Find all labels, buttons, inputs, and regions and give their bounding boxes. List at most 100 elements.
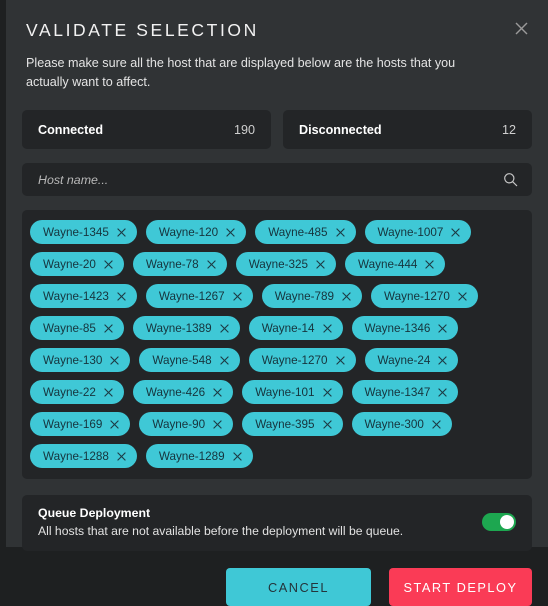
- cancel-button[interactable]: CANCEL: [226, 568, 371, 606]
- remove-host-icon[interactable]: [219, 323, 229, 333]
- host-chip[interactable]: Wayne-1346: [351, 316, 459, 340]
- host-chip-label: Wayne-1423: [43, 289, 109, 303]
- dialog-subtitle: Please make sure all the host that are d…: [26, 56, 456, 89]
- host-chip[interactable]: Wayne-1267: [145, 284, 253, 308]
- host-chip-label: Wayne-1270: [384, 289, 450, 303]
- host-chip[interactable]: Wayne-22: [30, 380, 124, 404]
- host-chip[interactable]: Wayne-1289: [145, 444, 253, 468]
- host-chip[interactable]: Wayne-1345: [30, 220, 137, 244]
- remove-host-icon[interactable]: [335, 355, 345, 365]
- remove-host-icon[interactable]: [110, 355, 120, 365]
- host-chip[interactable]: Wayne-444: [345, 252, 446, 276]
- host-chip[interactable]: Wayne-485: [255, 220, 356, 244]
- host-chip[interactable]: Wayne-90: [139, 412, 234, 436]
- host-chip-label: Wayne-24: [377, 353, 431, 367]
- host-chip-label: Wayne-395: [255, 417, 315, 431]
- toggle-knob: [500, 515, 514, 529]
- tab-connected[interactable]: Connected 190: [22, 110, 271, 149]
- search-input[interactable]: [36, 171, 503, 188]
- host-chip-label: Wayne-78: [145, 257, 199, 271]
- host-chip[interactable]: Wayne-426: [132, 380, 234, 404]
- remove-host-icon[interactable]: [104, 259, 113, 269]
- host-chip[interactable]: Wayne-1347: [351, 380, 459, 404]
- tab-disconnected[interactable]: Disconnected 12: [283, 110, 532, 149]
- host-chip[interactable]: Wayne-120: [145, 220, 247, 244]
- tab-connected-count: 190: [233, 122, 255, 137]
- remove-host-icon[interactable]: [110, 419, 120, 429]
- remove-host-icon[interactable]: [213, 419, 222, 429]
- host-chip[interactable]: Wayne-325: [235, 252, 337, 276]
- remove-host-icon[interactable]: [117, 227, 126, 237]
- host-chip[interactable]: Wayne-1423: [30, 284, 137, 308]
- host-chip-label: Wayne-22: [43, 385, 96, 399]
- host-chip[interactable]: Wayne-78: [132, 252, 227, 276]
- remove-host-icon[interactable]: [213, 387, 222, 397]
- host-chip-label: Wayne-444: [358, 257, 418, 271]
- host-chip[interactable]: Wayne-1288: [30, 444, 137, 468]
- queue-deployment-section: Queue Deployment All hosts that are not …: [22, 495, 532, 551]
- remove-host-icon[interactable]: [458, 291, 467, 301]
- host-chip[interactable]: Wayne-24: [364, 348, 459, 372]
- host-chip[interactable]: Wayne-85: [30, 316, 124, 340]
- host-chip-label: Wayne-101: [255, 385, 315, 399]
- remove-host-icon[interactable]: [206, 259, 216, 269]
- host-chip[interactable]: Wayne-169: [30, 412, 131, 436]
- search-bar[interactable]: [22, 163, 532, 196]
- host-chip-label: Wayne-1007: [377, 225, 444, 239]
- remove-host-icon[interactable]: [316, 259, 325, 269]
- host-chip-label: Wayne-85: [43, 321, 96, 335]
- host-chip-label: Wayne-789: [274, 289, 335, 303]
- queue-deployment-toggle[interactable]: [482, 513, 516, 531]
- host-chip[interactable]: Wayne-14: [248, 316, 343, 340]
- host-chip[interactable]: Wayne-548: [139, 348, 240, 372]
- remove-host-icon[interactable]: [432, 419, 441, 429]
- remove-host-icon[interactable]: [342, 291, 351, 301]
- host-chip[interactable]: Wayne-1270: [248, 348, 356, 372]
- host-chip[interactable]: Wayne-789: [261, 284, 363, 308]
- remove-host-icon[interactable]: [232, 291, 242, 301]
- remove-host-icon[interactable]: [451, 227, 461, 237]
- start-deploy-button[interactable]: START DEPLOY: [389, 568, 532, 606]
- host-chip[interactable]: Wayne-395: [242, 412, 343, 436]
- host-chip[interactable]: Wayne-300: [351, 412, 452, 436]
- tab-disconnected-count: 12: [501, 122, 516, 137]
- remove-host-icon[interactable]: [438, 355, 448, 365]
- host-chip-label: Wayne-169: [43, 417, 103, 431]
- host-chip-label: Wayne-426: [145, 385, 206, 399]
- remove-host-icon[interactable]: [335, 227, 345, 237]
- remove-host-icon[interactable]: [104, 323, 113, 333]
- tab-disconnected-label: Disconnected: [299, 122, 382, 137]
- remove-host-icon[interactable]: [322, 419, 332, 429]
- host-chip-label: Wayne-1288: [43, 449, 109, 463]
- remove-host-icon[interactable]: [322, 387, 332, 397]
- remove-host-icon[interactable]: [438, 387, 448, 397]
- host-chip[interactable]: Wayne-1270: [371, 284, 478, 308]
- queue-deployment-text: Queue Deployment All hosts that are not …: [38, 506, 403, 538]
- remove-host-icon[interactable]: [226, 227, 235, 237]
- host-chip-label: Wayne-548: [152, 353, 212, 367]
- close-icon[interactable]: [510, 17, 532, 39]
- remove-host-icon[interactable]: [219, 355, 229, 365]
- host-chip[interactable]: Wayne-101: [242, 380, 343, 404]
- host-chip[interactable]: Wayne-20: [30, 252, 124, 276]
- remove-host-icon[interactable]: [438, 323, 448, 333]
- remove-host-icon[interactable]: [425, 259, 435, 269]
- remove-host-icon[interactable]: [117, 451, 126, 461]
- search-icon[interactable]: [503, 172, 518, 187]
- remove-host-icon[interactable]: [322, 323, 332, 333]
- host-chip[interactable]: Wayne-1389: [132, 316, 240, 340]
- host-chip-label: Wayne-90: [152, 417, 206, 431]
- status-tabs: Connected 190 Disconnected 12: [6, 92, 548, 149]
- tab-connected-label: Connected: [38, 122, 104, 137]
- remove-host-icon[interactable]: [117, 291, 126, 301]
- remove-host-icon[interactable]: [232, 451, 242, 461]
- host-chip-label: Wayne-120: [158, 225, 219, 239]
- host-chip[interactable]: Wayne-130: [30, 348, 131, 372]
- host-chip-label: Wayne-1346: [364, 321, 431, 335]
- host-chip[interactable]: Wayne-1007: [364, 220, 472, 244]
- host-chip-label: Wayne-325: [248, 257, 309, 271]
- remove-host-icon[interactable]: [104, 387, 113, 397]
- dialog-footer: CANCEL START DEPLOY: [6, 551, 548, 606]
- host-chip-label: Wayne-1345: [43, 225, 109, 239]
- queue-deployment-description: All hosts that are not available before …: [38, 524, 404, 538]
